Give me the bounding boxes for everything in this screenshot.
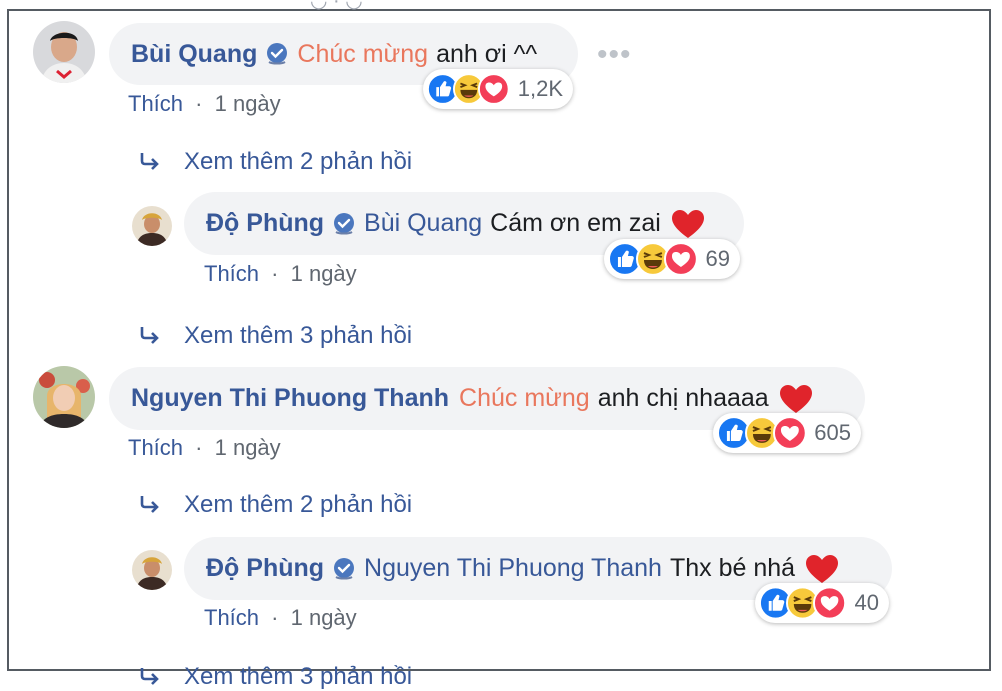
heart-emoji-icon <box>805 554 839 584</box>
reactions-summary[interactable]: 1,2K <box>423 69 573 109</box>
reply-arrow-icon <box>138 665 162 689</box>
comment-tag[interactable]: Chúc mừng <box>297 40 428 69</box>
see-more-replies-link[interactable]: Xem thêm 3 phản hồi <box>138 322 412 350</box>
reply-meta: Thích · 1 ngày <box>204 261 357 287</box>
verified-badge-icon <box>332 212 356 236</box>
reactions-summary[interactable]: 605 <box>713 413 861 453</box>
avatar[interactable] <box>132 550 172 590</box>
see-more-replies-label[interactable]: Xem thêm 3 phản hồi <box>184 322 412 350</box>
verified-badge-icon <box>332 557 356 581</box>
love-reaction-icon <box>773 416 807 450</box>
reaction-count: 1,2K <box>517 76 563 101</box>
verified-badge-icon <box>265 42 289 66</box>
reply-author[interactable]: Độ Phùng <box>206 554 324 583</box>
comment-meta: Thích · 1 ngày <box>128 435 281 461</box>
reaction-count: 69 <box>705 246 731 271</box>
avatar[interactable] <box>33 21 95 83</box>
heart-emoji-icon <box>671 209 705 239</box>
reply-arrow-icon <box>138 324 162 348</box>
meta-separator: · <box>195 91 203 116</box>
love-reaction-icon <box>478 72 510 106</box>
love-reaction-icon <box>813 586 846 620</box>
reply-mention[interactable]: Nguyen Thi Phuong Thanh <box>364 554 662 583</box>
meta-separator: · <box>271 261 279 286</box>
meta-separator: · <box>195 435 203 460</box>
reaction-count: 40 <box>854 590 879 615</box>
see-more-replies-label[interactable]: Xem thêm 2 phản hồi <box>184 491 412 519</box>
see-more-replies-link[interactable]: Xem thêm 3 phản hồi <box>138 663 412 691</box>
more-options-icon[interactable]: ••• <box>597 38 632 72</box>
meta-separator: · <box>271 605 279 630</box>
like-link[interactable]: Thích <box>128 91 183 116</box>
reply-text: Thx bé nhá <box>669 554 796 582</box>
reactions-summary[interactable]: 69 <box>604 239 740 279</box>
see-more-replies-link[interactable]: Xem thêm 2 phản hồi <box>138 491 412 519</box>
truncated-reply-link[interactable]: ◡ · ◡ <box>310 0 363 13</box>
reply-mention[interactable]: Bùi Quang <box>364 209 482 238</box>
reply-text: Cám ơn em zai <box>490 209 661 237</box>
comment-text: anh chị nhaaaa <box>597 384 769 412</box>
reply-meta: Thích · 1 ngày <box>204 605 357 631</box>
comment-time[interactable]: 1 ngày <box>215 435 281 460</box>
like-link[interactable]: Thích <box>128 435 183 460</box>
reaction-count: 605 <box>814 420 852 445</box>
like-link[interactable]: Thích <box>204 605 259 630</box>
avatar[interactable] <box>132 206 172 246</box>
see-more-replies-link[interactable]: Xem thêm 2 phản hồi <box>138 148 412 176</box>
reactions-summary[interactable]: 40 <box>755 583 889 623</box>
reply-arrow-icon <box>138 150 162 174</box>
reply-author[interactable]: Độ Phùng <box>206 209 324 238</box>
comment-time[interactable]: 1 ngày <box>215 91 281 116</box>
like-link[interactable]: Thích <box>204 261 259 286</box>
comment-text: anh ơi ^^ <box>436 39 538 68</box>
comment-meta: Thích · 1 ngày <box>128 91 281 117</box>
love-reaction-icon <box>664 242 698 276</box>
comment-tag[interactable]: Chúc mừng <box>459 384 590 413</box>
heart-emoji-icon <box>779 384 813 414</box>
comment-author[interactable]: Nguyen Thi Phuong Thanh <box>131 384 449 413</box>
reply-time[interactable]: 1 ngày <box>291 261 357 286</box>
reply-time[interactable]: 1 ngày <box>291 605 357 630</box>
reply-arrow-icon <box>138 493 162 517</box>
avatar[interactable] <box>33 366 95 428</box>
comment-author[interactable]: Bùi Quang <box>131 40 257 69</box>
see-more-replies-label[interactable]: Xem thêm 2 phản hồi <box>184 148 412 176</box>
see-more-replies-label[interactable]: Xem thêm 3 phản hồi <box>184 663 412 691</box>
